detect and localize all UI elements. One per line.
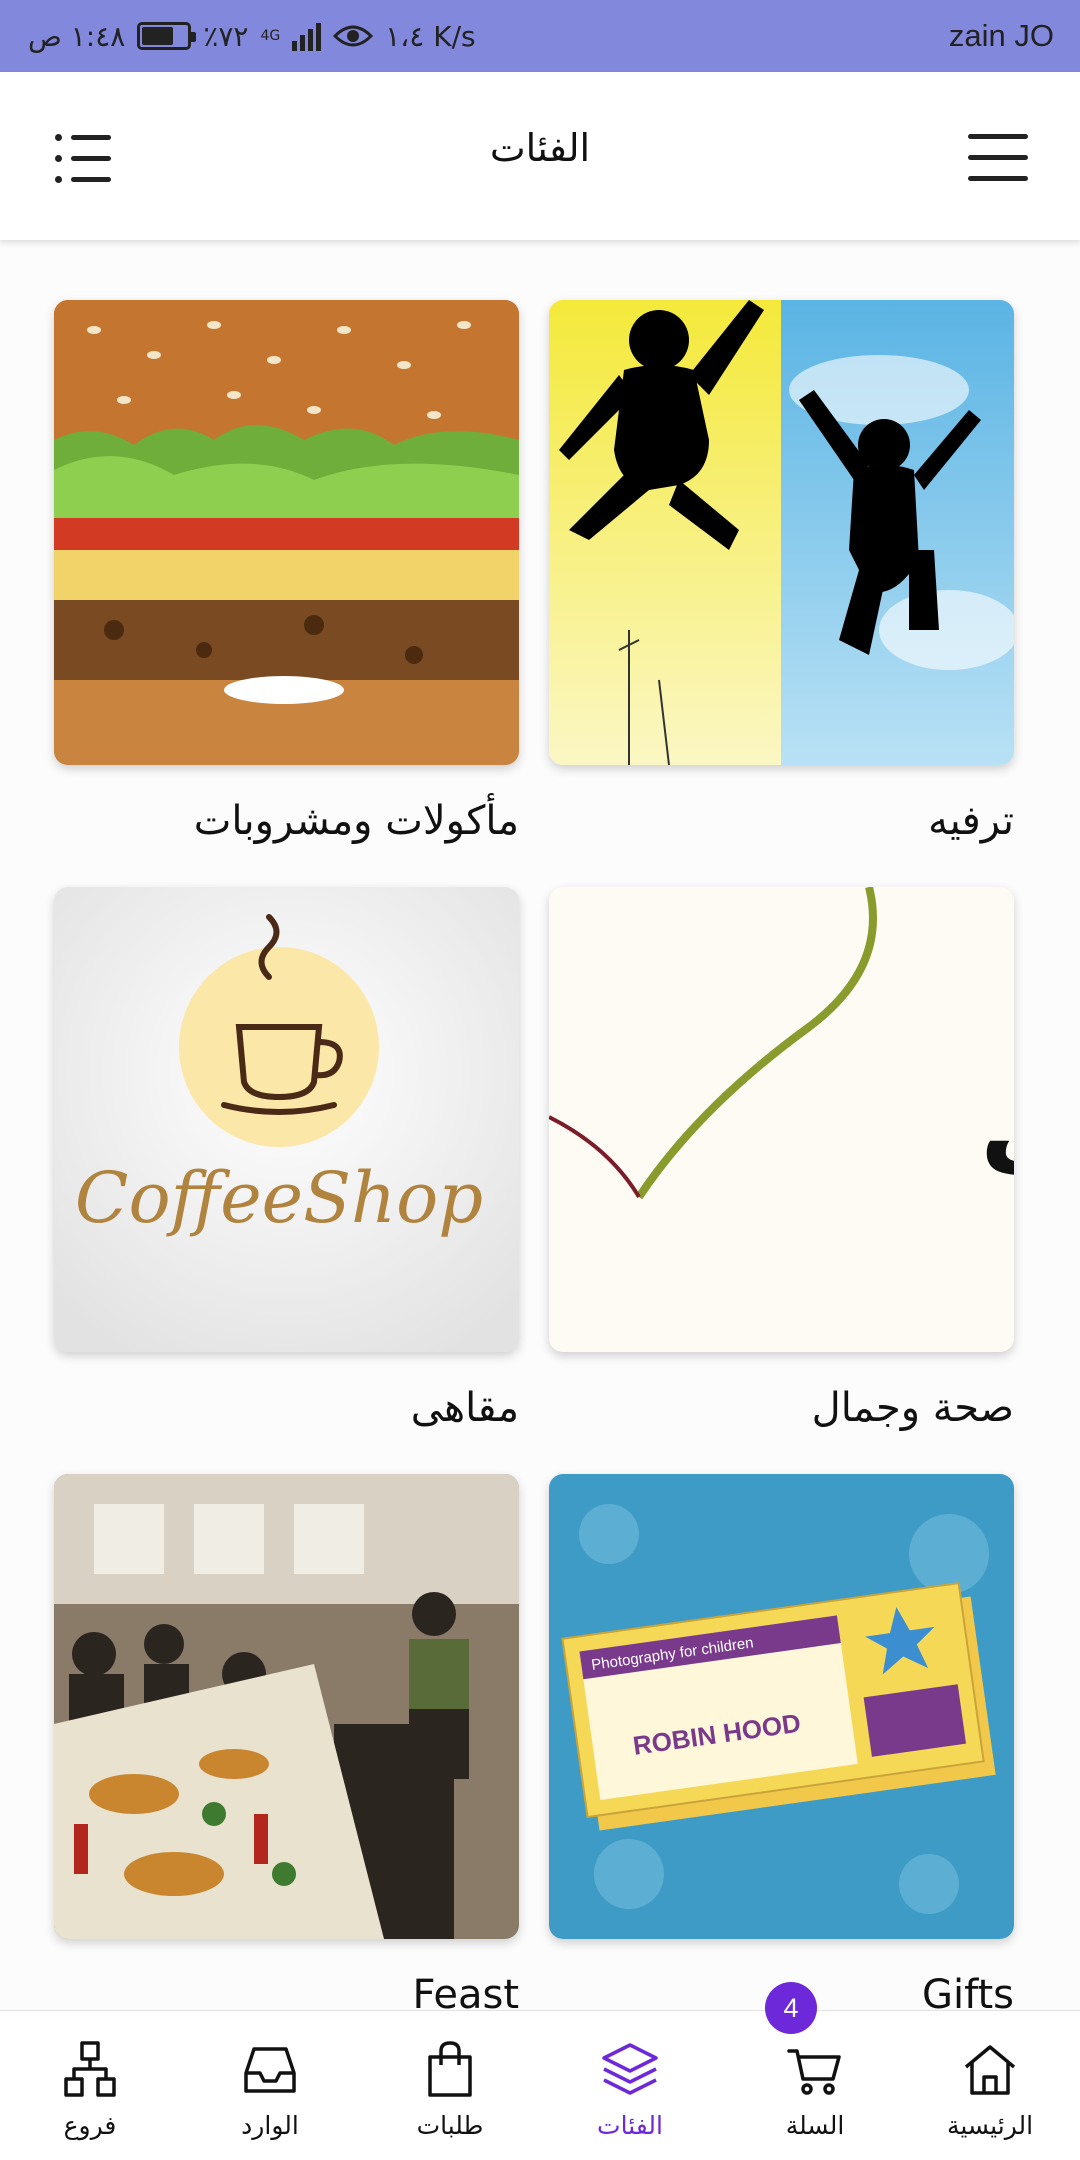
category-image-gifts: Photography for children ROBIN HOOD: [549, 1474, 1014, 1939]
nav-categories[interactable]: الفئات: [555, 2011, 705, 2160]
eye-icon: [333, 25, 374, 47]
branches-icon: [64, 2041, 116, 2097]
category-label: مأكولات ومشروبات: [193, 798, 519, 844]
nav-label: الفئات: [597, 2111, 663, 2140]
category-label: مقاهى: [410, 1385, 519, 1431]
status-bar: zain JO ١:٤٨ ص ٪٧٢ 4G ١،٤ K/s: [0, 0, 1080, 72]
nav-label: الرئيسية: [946, 2111, 1034, 2140]
cart-icon: [787, 2049, 841, 2095]
nav-branches[interactable]: فروع: [15, 2011, 165, 2160]
category-card-feast[interactable]: Feast: [54, 1474, 519, 2010]
nav-label: الوارد: [241, 2111, 299, 2140]
category-image-food: [54, 300, 519, 765]
category-image-health: صحّة وجمال: [549, 887, 1014, 1352]
category-image-entertainment: [549, 300, 1014, 765]
nav-label: طلبات: [416, 2111, 484, 2140]
battery-icon: [137, 22, 197, 50]
category-card-health-beauty[interactable]: صحّة وجمال صحة وجمال: [549, 887, 1014, 1431]
page-title: الفئات: [489, 126, 591, 170]
category-label: ترفيه: [928, 798, 1014, 844]
category-card-entertainment[interactable]: ترفيه: [549, 300, 1014, 844]
inbox-icon: [244, 2047, 296, 2093]
nav-cart[interactable]: السلة: [740, 2011, 890, 2160]
category-image-feast: [54, 1474, 519, 1939]
shopping-bag-icon: [428, 2041, 472, 2097]
layers-icon: [602, 2043, 658, 2095]
bottom-navigation: الرئيسية السلة الفئات طلبات الوارد فروع: [0, 2010, 1080, 2160]
hamburger-menu-icon[interactable]: [968, 134, 1028, 182]
category-card-cafes[interactable]: CoffeeShop مقاهى: [54, 887, 519, 1431]
category-label: Feast: [412, 1972, 519, 2010]
health-image-text: صحّة وجمال: [979, 1055, 1014, 1184]
category-card-gifts[interactable]: Photography for children ROBIN HOOD Gift…: [549, 1474, 1014, 2010]
data-speed: ١،٤ K/s: [385, 19, 476, 53]
category-image-cafes: CoffeeShop: [54, 887, 519, 1352]
category-label: صحة وجمال: [811, 1385, 1014, 1431]
nav-inbox[interactable]: الوارد: [195, 2011, 345, 2160]
category-grid: ترفيه مأكولات ومشروبات صحة وجمال CoffeeS…: [0, 240, 1080, 2010]
signal-icon: [292, 21, 322, 51]
clock: ١:٤٨ ص: [28, 19, 126, 53]
nav-home[interactable]: الرئيسية: [915, 2011, 1065, 2160]
nav-orders[interactable]: طلبات: [375, 2011, 525, 2160]
app-bar: الفئات: [0, 72, 1080, 240]
carrier-name: zain JO: [948, 18, 1054, 53]
battery-fill: [142, 27, 173, 45]
category-card-food-drinks[interactable]: مأكولات ومشروبات: [54, 300, 519, 844]
nav-label: السلة: [785, 2111, 845, 2140]
nav-label: فروع: [63, 2111, 117, 2140]
home-icon: [964, 2045, 1016, 2095]
network-type: 4G: [260, 28, 281, 44]
status-indicators: ١:٤٨ ص ٪٧٢ 4G ١،٤ K/s: [28, 14, 476, 58]
cafe-image-text: CoffeeShop: [75, 1157, 483, 1239]
battery-percent: ٪٧٢: [203, 19, 249, 53]
category-label: Gifts: [921, 1972, 1014, 2010]
cart-count-badge: 4: [765, 1982, 817, 2034]
